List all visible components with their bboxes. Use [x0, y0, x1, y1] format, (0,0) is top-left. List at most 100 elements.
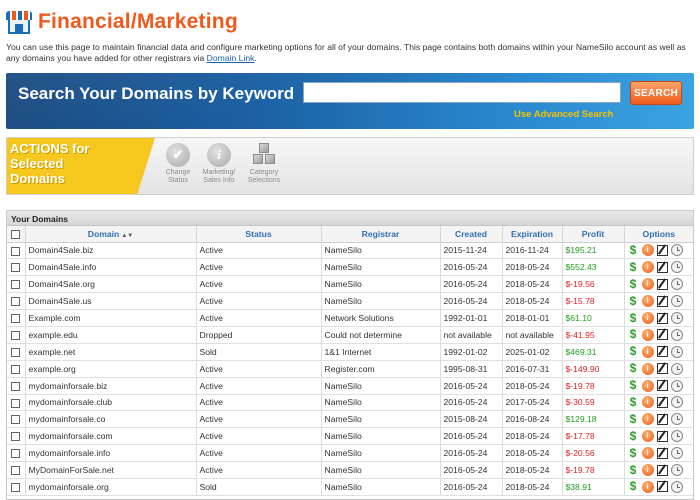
row-checkbox[interactable]: [11, 280, 20, 290]
clock-icon[interactable]: [670, 362, 683, 375]
row-checkbox[interactable]: [11, 381, 20, 391]
row-checkbox[interactable]: [11, 347, 20, 357]
cell-domain[interactable]: Domain4Sale.us: [25, 292, 197, 311]
clock-icon[interactable]: [670, 244, 683, 257]
edit-icon[interactable]: [656, 329, 668, 341]
marketing-icon[interactable]: i: [641, 295, 654, 308]
dollar-icon[interactable]: $: [628, 243, 639, 257]
edit-icon[interactable]: [656, 413, 668, 425]
cell-domain[interactable]: Example.com: [25, 309, 197, 327]
dollar-icon[interactable]: $: [628, 362, 639, 375]
edit-icon[interactable]: [656, 380, 668, 392]
cell-domain[interactable]: Domain4Sale.biz: [25, 242, 197, 260]
marketing-icon[interactable]: i: [641, 278, 654, 291]
edit-icon[interactable]: [656, 295, 668, 307]
cell-domain[interactable]: mydomainforsale.club: [25, 394, 197, 412]
marketing-icon[interactable]: i: [641, 430, 654, 443]
select-all-checkbox[interactable]: [11, 229, 20, 239]
search-input[interactable]: [303, 82, 621, 103]
marketing-icon[interactable]: i: [641, 362, 654, 375]
clock-icon[interactable]: [670, 328, 683, 341]
row-checkbox[interactable]: [11, 314, 20, 324]
dollar-icon[interactable]: $: [628, 446, 639, 460]
edit-icon[interactable]: [656, 312, 668, 324]
row-checkbox[interactable]: [11, 466, 20, 476]
column-registrar[interactable]: Registrar: [321, 226, 441, 243]
row-checkbox[interactable]: [11, 297, 20, 307]
edit-icon[interactable]: [656, 346, 668, 358]
dollar-icon[interactable]: $: [628, 328, 639, 341]
search-button[interactable]: SEARCH: [630, 81, 682, 105]
cell-domain[interactable]: example.org: [25, 360, 197, 378]
clock-icon[interactable]: [670, 413, 683, 426]
dollar-icon[interactable]: $: [628, 463, 639, 477]
row-checkbox[interactable]: [11, 263, 20, 273]
marketing-icon[interactable]: i: [641, 480, 654, 493]
clock-icon[interactable]: [670, 480, 683, 493]
clock-icon[interactable]: [670, 345, 683, 358]
cell-domain[interactable]: mydomainforsale.org: [25, 478, 197, 496]
row-checkbox[interactable]: [11, 449, 20, 459]
dollar-icon[interactable]: $: [628, 277, 639, 291]
marketing-icon[interactable]: i: [641, 244, 654, 257]
dollar-icon[interactable]: $: [628, 480, 639, 493]
cell-domain[interactable]: example.net: [25, 343, 197, 361]
marketing-icon[interactable]: i: [641, 447, 654, 460]
marketing-sales-info-action[interactable]: i Marketing/Sales Info: [194, 143, 244, 185]
dollar-icon[interactable]: $: [628, 379, 639, 392]
marketing-icon[interactable]: i: [641, 345, 654, 358]
cell-domain[interactable]: Domain4Sale.org: [25, 275, 197, 294]
clock-icon[interactable]: [670, 278, 683, 291]
column-profit[interactable]: Profit: [562, 226, 625, 243]
dollar-icon[interactable]: $: [628, 429, 639, 443]
edit-icon[interactable]: [656, 244, 668, 256]
domain-link[interactable]: Domain Link: [207, 53, 255, 63]
dollar-icon[interactable]: $: [628, 311, 639, 325]
clock-icon[interactable]: [670, 430, 683, 443]
row-checkbox[interactable]: [11, 364, 20, 374]
row-checkbox[interactable]: [11, 415, 20, 425]
dollar-icon[interactable]: $: [628, 345, 639, 358]
column-status[interactable]: Status: [196, 226, 322, 243]
category-selections-action[interactable]: Category Selections: [239, 143, 289, 185]
marketing-icon[interactable]: i: [641, 396, 654, 409]
column-domain[interactable]: Domain ▲▼: [25, 226, 197, 243]
clock-icon[interactable]: [670, 295, 683, 308]
row-checkbox[interactable]: [11, 398, 20, 408]
cell-domain[interactable]: MyDomainForSale.net: [25, 461, 197, 479]
column-created[interactable]: Created: [440, 226, 503, 243]
dollar-icon[interactable]: $: [628, 412, 639, 426]
cell-domain[interactable]: mydomainforsale.co: [25, 410, 197, 429]
cell-domain[interactable]: example.edu: [25, 326, 197, 344]
row-checkbox[interactable]: [11, 331, 20, 341]
row-checkbox[interactable]: [11, 432, 20, 442]
clock-icon[interactable]: [670, 447, 683, 460]
clock-icon[interactable]: [670, 379, 683, 392]
cell-domain[interactable]: mydomainforsale.info: [25, 444, 197, 463]
edit-icon[interactable]: [656, 261, 668, 273]
edit-icon[interactable]: [656, 278, 668, 290]
marketing-icon[interactable]: i: [641, 312, 654, 324]
marketing-icon[interactable]: i: [641, 413, 654, 426]
edit-icon[interactable]: [656, 447, 668, 459]
marketing-icon[interactable]: i: [641, 379, 654, 392]
edit-icon[interactable]: [656, 396, 668, 408]
clock-icon[interactable]: [670, 396, 683, 409]
cell-domain[interactable]: Domain4Sale.info: [25, 258, 197, 277]
dollar-icon[interactable]: $: [628, 395, 639, 409]
edit-icon[interactable]: [656, 481, 668, 493]
edit-icon[interactable]: [656, 464, 668, 476]
marketing-icon[interactable]: i: [641, 328, 654, 341]
marketing-icon[interactable]: i: [641, 261, 654, 274]
cell-domain[interactable]: mydomainforsale.com: [25, 427, 197, 446]
column-expiration[interactable]: Expiration: [502, 226, 563, 243]
clock-icon[interactable]: [670, 464, 683, 477]
edit-icon[interactable]: [656, 363, 668, 375]
dollar-icon[interactable]: $: [628, 294, 639, 308]
dollar-icon[interactable]: $: [628, 260, 639, 274]
cell-domain[interactable]: mydomainforsale.biz: [25, 377, 197, 395]
marketing-icon[interactable]: i: [641, 464, 654, 477]
clock-icon[interactable]: [670, 312, 683, 324]
edit-icon[interactable]: [656, 430, 668, 442]
row-checkbox[interactable]: [11, 483, 20, 493]
